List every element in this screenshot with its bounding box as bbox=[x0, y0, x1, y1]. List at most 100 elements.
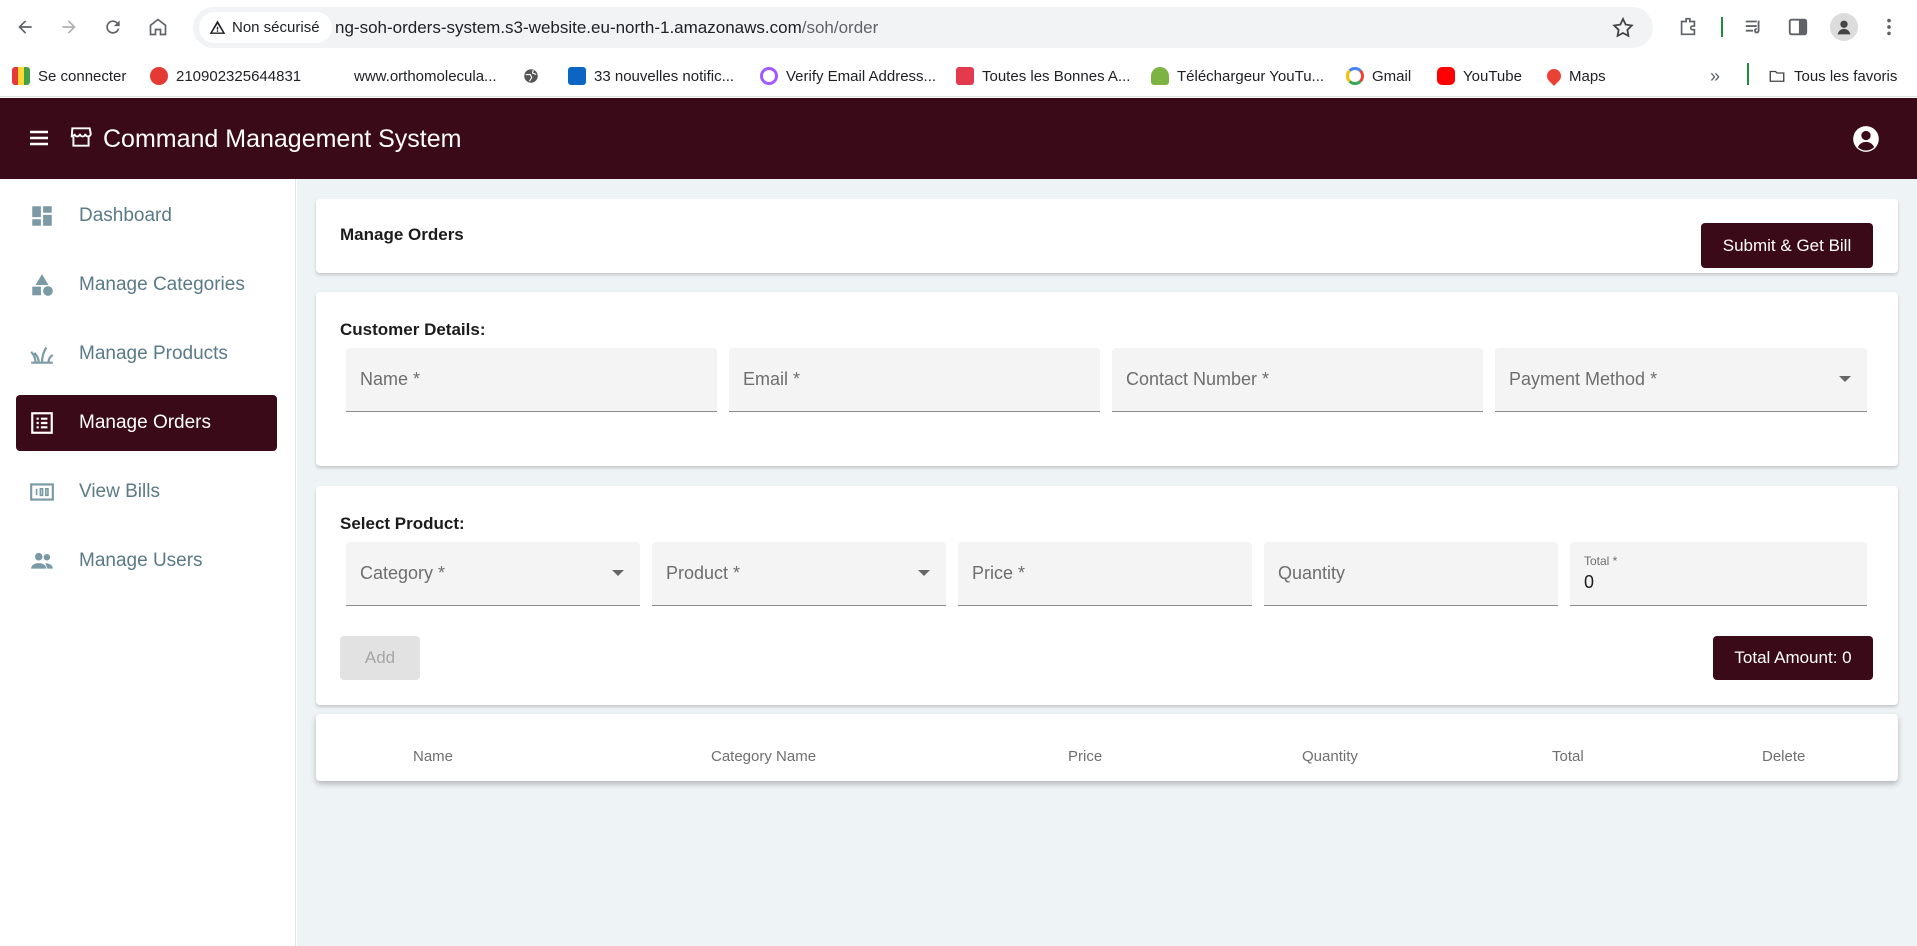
dropdown-arrow-icon bbox=[1839, 376, 1851, 382]
payment-method-select[interactable]: Payment Method * bbox=[1495, 348, 1867, 412]
bookmark-item[interactable]: 210902325644831 bbox=[150, 64, 301, 88]
email-field[interactable]: Email * bbox=[729, 348, 1100, 412]
star-icon[interactable] bbox=[1611, 16, 1635, 40]
sidebar-item-label: Manage Users bbox=[79, 550, 203, 571]
sidebar-item-bills[interactable]: View Bills bbox=[16, 464, 277, 520]
profile-avatar[interactable] bbox=[1830, 13, 1858, 41]
dropdown-arrow-icon bbox=[612, 570, 624, 576]
side-panel-icon bbox=[1788, 18, 1808, 36]
sidebar-item-dashboard[interactable]: Dashboard bbox=[16, 188, 277, 244]
bookmark-favicon-icon bbox=[12, 67, 30, 85]
bookmark-item[interactable]: Se connecter bbox=[12, 64, 126, 88]
forward-button[interactable] bbox=[52, 10, 86, 44]
bookmark-label: Maps bbox=[1569, 67, 1606, 85]
category-icon bbox=[29, 272, 55, 298]
submit-bill-button[interactable]: Submit & Get Bill bbox=[1701, 223, 1873, 268]
bookmarks-bar: Se connecter 210902325644831 www.orthomo… bbox=[0, 55, 1917, 97]
bookmark-item[interactable]: Toutes les Bonnes A... bbox=[956, 64, 1130, 88]
home-button[interactable] bbox=[141, 10, 175, 44]
dashboard-icon bbox=[29, 203, 55, 229]
menu-icon[interactable] bbox=[26, 126, 52, 150]
total-amount-button[interactable]: Total Amount: 0 bbox=[1713, 636, 1873, 680]
bookmark-item[interactable]: Verify Email Address... bbox=[760, 64, 936, 88]
contact-number-placeholder: Contact Number * bbox=[1126, 369, 1270, 389]
sidebar-item-label: Manage Products bbox=[79, 343, 228, 364]
dropdown-arrow-icon bbox=[918, 570, 930, 576]
reload-button[interactable] bbox=[96, 10, 130, 44]
maps-icon bbox=[1544, 66, 1564, 86]
product-icon bbox=[29, 341, 55, 367]
app-title: Command Management System bbox=[103, 125, 462, 153]
bookmark-item[interactable]: Téléchargeur YouTu... bbox=[1151, 64, 1324, 88]
arrow-right-icon bbox=[62, 20, 76, 34]
product-select[interactable]: Product * bbox=[652, 542, 946, 606]
store-icon bbox=[70, 127, 92, 147]
sidebar-item-users[interactable]: Manage Users bbox=[16, 533, 277, 589]
page-title: Manage Orders bbox=[340, 225, 464, 244]
bookmark-label: Toutes les Bonnes A... bbox=[982, 67, 1131, 85]
bookmark-label: 210902325644831 bbox=[176, 67, 302, 85]
url-host: ng-soh-orders-system.s3-website.eu-north… bbox=[335, 18, 802, 37]
security-chip[interactable]: Non sécurisé bbox=[199, 12, 332, 43]
warning-icon bbox=[209, 20, 226, 34]
bookmark-item[interactable] bbox=[522, 64, 540, 88]
name-placeholder: Name * bbox=[360, 369, 421, 389]
quantity-field[interactable]: Quantity bbox=[1264, 542, 1558, 606]
bookmark-label: www.orthomolecula... bbox=[354, 67, 497, 85]
total-field[interactable]: Total * 0 bbox=[1570, 542, 1867, 606]
column-header-name: Name bbox=[413, 748, 454, 765]
youtube-icon bbox=[1437, 67, 1455, 85]
bookmark-item[interactable]: 33 nouvelles notific... bbox=[568, 64, 734, 88]
email-placeholder: Email * bbox=[743, 369, 801, 389]
contact-number-field[interactable]: Contact Number * bbox=[1112, 348, 1483, 412]
url-path: /soh/order bbox=[801, 18, 879, 37]
sidebar-item-products[interactable]: Manage Products bbox=[16, 326, 277, 382]
main-content: Manage Orders Submit & Get Bill Customer… bbox=[297, 179, 1917, 946]
back-button[interactable] bbox=[8, 10, 42, 44]
bookmark-item[interactable]: www.orthomolecula... bbox=[328, 64, 497, 88]
app-header: Command Management System bbox=[0, 98, 1917, 179]
price-field[interactable]: Price * bbox=[958, 542, 1252, 606]
globe-icon bbox=[524, 69, 538, 83]
profile-icon bbox=[1837, 20, 1851, 35]
more-bookmarks-button[interactable]: » bbox=[1710, 64, 1720, 88]
account-circle-icon[interactable] bbox=[1852, 125, 1880, 153]
bookmark-label: Se connecter bbox=[38, 67, 127, 85]
address-bar[interactable]: Non sécurisé ng-soh-orders-system.s3-web… bbox=[193, 7, 1653, 48]
product-placeholder: Product * bbox=[666, 563, 741, 583]
category-placeholder: Category * bbox=[360, 563, 446, 583]
sidebar-item-label: Manage Categories bbox=[79, 274, 245, 295]
home-icon bbox=[149, 18, 167, 36]
more-vert-icon bbox=[1887, 18, 1891, 36]
huawei-icon bbox=[150, 67, 168, 85]
extensions-button[interactable] bbox=[1674, 13, 1702, 41]
side-panel-button[interactable] bbox=[1784, 13, 1812, 41]
sidebar-item-orders[interactable]: Manage Orders bbox=[16, 395, 277, 451]
folder-icon bbox=[1769, 70, 1785, 82]
all-bookmarks-button[interactable]: Tous les favoris bbox=[1768, 64, 1897, 88]
bookmark-item[interactable]: Gmail bbox=[1346, 64, 1411, 88]
name-field[interactable]: Name * bbox=[346, 348, 717, 412]
shop-icon bbox=[956, 67, 974, 85]
toolbar-separator bbox=[1721, 17, 1723, 37]
column-header-price: Price bbox=[1068, 748, 1103, 765]
payment-method-placeholder: Payment Method * bbox=[1509, 369, 1658, 389]
arrow-left-icon bbox=[18, 20, 32, 34]
column-header-total: Total bbox=[1552, 748, 1584, 765]
price-placeholder: Price * bbox=[972, 563, 1026, 583]
media-button[interactable] bbox=[1740, 13, 1768, 41]
category-select[interactable]: Category * bbox=[346, 542, 640, 606]
bookmark-label: YouTube bbox=[1463, 67, 1522, 85]
bookmark-item[interactable]: Maps bbox=[1544, 64, 1606, 88]
browser-menu-button[interactable] bbox=[1875, 13, 1903, 41]
add-button[interactable]: Add bbox=[340, 636, 420, 680]
bookmarks-separator bbox=[1747, 63, 1749, 85]
security-label: Non sécurisé bbox=[232, 19, 320, 36]
url-text: ng-soh-orders-system.s3-website.eu-north… bbox=[335, 18, 878, 38]
sidebar-item-categories[interactable]: Manage Categories bbox=[16, 257, 277, 313]
media-icon bbox=[1745, 20, 1760, 34]
column-header-quantity: Quantity bbox=[1302, 748, 1358, 765]
bookmark-label: Gmail bbox=[1372, 67, 1412, 85]
bookmark-item[interactable]: YouTube bbox=[1437, 64, 1522, 88]
puzzle-icon bbox=[1680, 17, 1696, 36]
